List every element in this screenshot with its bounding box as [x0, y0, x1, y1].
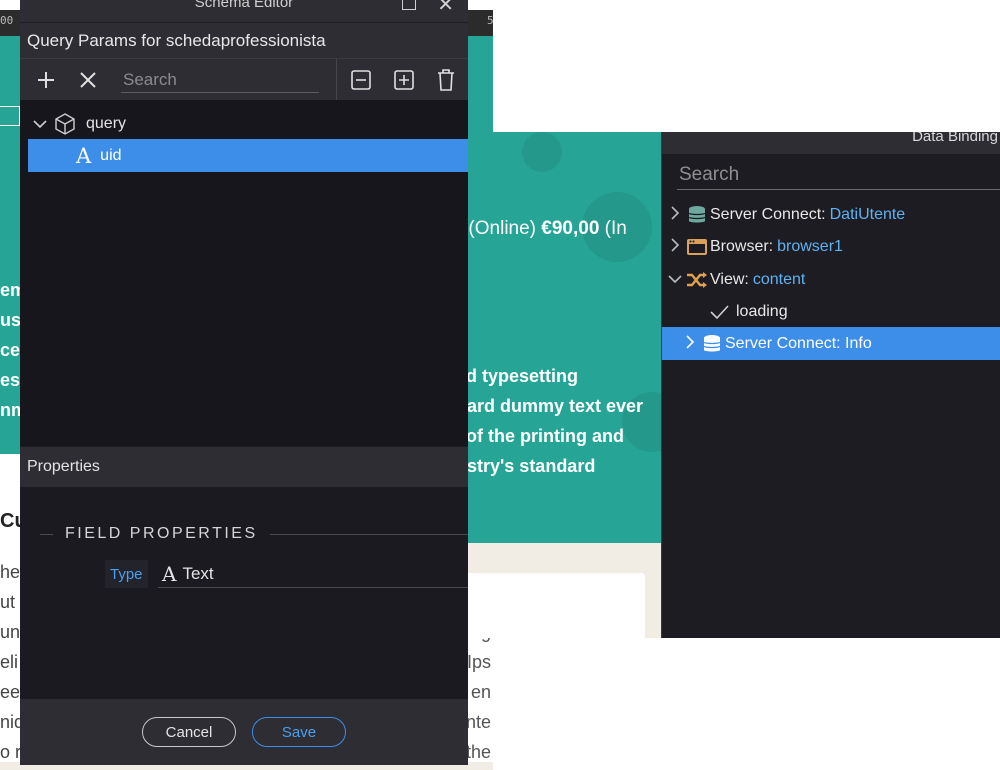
minus-square-icon: [351, 70, 371, 90]
field-properties-title: FIELD PROPERTIES: [65, 525, 258, 542]
binding-item-value: DatiUtente: [829, 205, 906, 223]
binding-item-browser[interactable]: Browser: browser1: [662, 230, 1000, 263]
properties-panel: FIELD PROPERTIES Type A Text: [20, 487, 468, 699]
title-bar: Schema Editor ✕: [20, 0, 468, 22]
plus-icon: [38, 72, 54, 88]
background-text-line: un: [0, 622, 21, 642]
data-binding-header: Data Binding: [662, 132, 1000, 154]
ruler-label-left: 00: [0, 14, 14, 27]
background-text-line: eli: [0, 652, 19, 672]
price-in-label: (In: [599, 218, 627, 239]
type-value: Text: [182, 563, 214, 583]
tree-node-uid[interactable]: A uid: [28, 139, 468, 172]
binding-item-loading[interactable]: loading: [662, 295, 1000, 328]
schema-toolbar: [20, 58, 468, 101]
binding-item-label: Server Connect:: [710, 205, 826, 223]
data-binding-panel: Data Binding Server Connect: DatiUtente …: [661, 132, 1000, 638]
binding-item-label: Browser:: [710, 237, 774, 255]
binding-item-server-connect-info[interactable]: Server Connect: Info: [662, 327, 1000, 360]
cancel-button[interactable]: Cancel: [142, 717, 236, 747]
tree-node-label: query: [86, 114, 127, 132]
binding-item-label: loading: [736, 302, 788, 320]
price-in-person: €90,00: [541, 218, 600, 239]
price-text: 00 (Online) €90,00 (In: [442, 218, 627, 240]
section-rule: [40, 533, 53, 535]
maximize-icon[interactable]: [402, 0, 416, 10]
schema-tree: query A uid: [20, 100, 468, 446]
collapse-all-button[interactable]: [343, 59, 379, 101]
chevron-down-icon[interactable]: [666, 271, 684, 288]
preview-card: [442, 573, 645, 638]
database-icon: [699, 334, 725, 354]
delete-button[interactable]: [428, 59, 464, 101]
close-icon[interactable]: ✕: [437, 0, 454, 17]
database-icon: [684, 205, 710, 225]
chevron-right-icon[interactable]: [666, 205, 684, 224]
field-properties-section: FIELD PROPERTIES: [40, 525, 468, 543]
background-input-fragment: [0, 106, 20, 126]
description-line: ndard dummy text ever: [445, 396, 644, 416]
chevron-down-icon[interactable]: [30, 119, 50, 129]
remove-button[interactable]: [70, 59, 106, 101]
shuffle-icon: [684, 271, 710, 289]
text-type-icon: A: [162, 561, 177, 586]
cube-icon: [50, 112, 80, 135]
browser-icon: [684, 237, 710, 257]
background-text-line: o r: [0, 742, 22, 762]
price-online-label: (Online): [463, 218, 542, 239]
type-select[interactable]: A Text: [158, 560, 468, 588]
background-text-line: ee: [0, 682, 21, 702]
data-binding-search-input[interactable]: [677, 160, 1000, 190]
text-type-icon: A: [76, 143, 92, 168]
dialog-footer: Cancel Save: [20, 699, 468, 765]
background-text-line: the: [465, 742, 491, 762]
background-text-line: ut: [0, 592, 16, 612]
x-icon: [80, 72, 96, 88]
section-rule: [269, 533, 468, 535]
dialog-subtitle: Query Params for schedaprofessionista: [20, 22, 468, 58]
tree-node-label: uid: [100, 146, 122, 164]
expand-all-button[interactable]: [386, 59, 422, 101]
hero-text-line: ce: [0, 340, 21, 360]
plus-square-icon: [394, 70, 414, 90]
add-button[interactable]: [28, 59, 64, 101]
decor-circle: [522, 132, 562, 172]
ruler-label-right: 5: [487, 14, 493, 27]
background-text-line: he: [0, 562, 21, 582]
design-view-window: 00 (Online) €90,00 (In and typesetting n…: [442, 132, 1000, 638]
dialog-title: Schema Editor: [194, 0, 294, 11]
background-text-line: en: [470, 682, 491, 702]
schema-search-input[interactable]: [121, 67, 319, 93]
chevron-right-icon[interactable]: [666, 237, 684, 256]
tree-node-query[interactable]: query: [30, 107, 460, 140]
trash-icon: [438, 69, 454, 91]
save-button[interactable]: Save: [252, 717, 346, 747]
schema-editor-dialog: Schema Editor ✕ Query Params for schedap…: [20, 0, 468, 765]
binding-item-value: browser1: [777, 237, 843, 255]
properties-header: Properties: [20, 447, 468, 487]
toolbar-divider: [336, 59, 337, 101]
binding-item-label: View:: [710, 270, 749, 288]
background-text-line: nte: [465, 712, 491, 732]
background-text-line: Ips: [466, 652, 491, 672]
chevron-right-icon[interactable]: [681, 334, 699, 353]
description-line: kt of the printing and: [445, 426, 624, 446]
binding-item-server-connect-datiutente[interactable]: Server Connect: DatiUtente: [662, 198, 1000, 231]
binding-item-label: Server Connect: Info: [725, 334, 872, 352]
page-preview: 00 (Online) €90,00 (In and typesetting n…: [442, 132, 661, 638]
check-icon: [706, 304, 732, 320]
preview-hero: 00 (Online) €90,00 (In and typesetting n…: [442, 132, 661, 543]
type-label: Type: [105, 560, 148, 588]
binding-item-view-content[interactable]: View: content: [662, 263, 1000, 296]
binding-item-value: content: [752, 270, 806, 288]
